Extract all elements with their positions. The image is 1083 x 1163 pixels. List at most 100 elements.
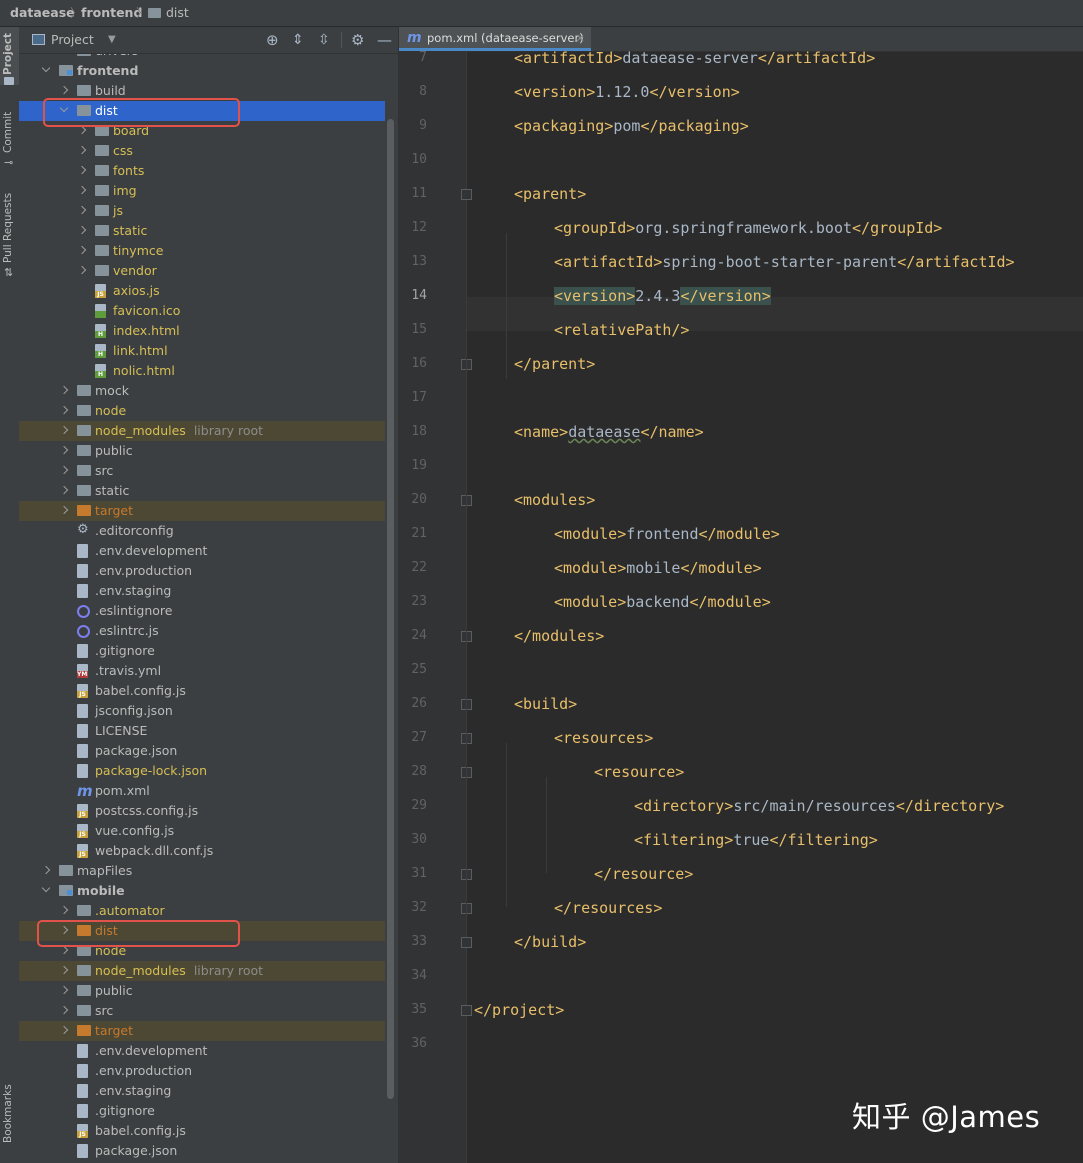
fold-marker-icon[interactable] <box>461 937 472 948</box>
chevron-right-icon[interactable] <box>59 445 69 455</box>
fold-marker-icon[interactable] <box>461 189 472 200</box>
tree-row[interactable]: JS babel.config.js <box>19 681 385 701</box>
chevron-down-icon[interactable] <box>41 883 51 893</box>
tree-row[interactable]: .automator <box>19 901 385 921</box>
expand-all-icon[interactable]: ⇕ <box>292 27 304 53</box>
tree-row[interactable]: jsconfig.json <box>19 701 385 721</box>
tree-row[interactable]: src <box>19 461 385 481</box>
tree-row[interactable]: .eslintignore <box>19 601 385 621</box>
tree-row[interactable]: css <box>19 141 385 161</box>
chevron-right-icon[interactable] <box>77 145 87 155</box>
tree-row[interactable]: mapFiles <box>19 861 385 881</box>
tree-row[interactable]: target <box>19 501 385 521</box>
chevron-right-icon[interactable] <box>59 425 69 435</box>
code-line: </modules> <box>514 626 604 646</box>
chevron-right-icon[interactable] <box>77 125 87 135</box>
chevron-right-icon[interactable] <box>59 1005 69 1015</box>
pull-requests-tool-label[interactable]: Pull Requests <box>2 193 14 263</box>
chevron-right-icon[interactable] <box>59 985 69 995</box>
tree-row[interactable]: YML .travis.yml <box>19 661 385 681</box>
bookmarks-tool-label[interactable]: Bookmarks <box>2 1084 14 1143</box>
tree-row[interactable]: .gitignore <box>19 1101 385 1121</box>
tree-row[interactable]: public <box>19 981 385 1001</box>
code-line: <artifactId>dataease-server</artifactId> <box>514 48 875 68</box>
chevron-right-icon[interactable] <box>77 245 87 255</box>
tree-row[interactable]: src <box>19 1001 385 1021</box>
chevron-right-icon[interactable] <box>77 225 87 235</box>
code-line: <resources> <box>554 728 653 748</box>
gear-icon[interactable]: ⚙ <box>351 27 364 53</box>
tree-row[interactable]: JS webpack.dll.conf.js <box>19 841 385 861</box>
tree-row[interactable]: js <box>19 201 385 221</box>
chevron-right-icon[interactable] <box>59 485 69 495</box>
chevron-down-icon[interactable] <box>41 63 51 73</box>
tree-row[interactable]: JS vue.config.js <box>19 821 385 841</box>
tree-row[interactable]: .env.staging <box>19 581 385 601</box>
tree-row[interactable]: target <box>19 1021 385 1041</box>
tree-row[interactable]: package-lock.json <box>19 761 385 781</box>
tree-row[interactable]: .env.development <box>19 541 385 561</box>
tree-row[interactable]: tinymce <box>19 241 385 261</box>
tree-row[interactable]: .eslintrc.js <box>19 621 385 641</box>
tree-row[interactable]: .env.development <box>19 1041 385 1061</box>
tree-row[interactable]: package.json <box>19 1141 385 1161</box>
tree-scrollbar[interactable] <box>387 119 394 1099</box>
tree-row[interactable]: static <box>19 481 385 501</box>
close-icon[interactable]: × <box>575 27 585 49</box>
tree-row[interactable]: JS babel.config.js <box>19 1121 385 1141</box>
tree-item-label: .env.development <box>95 1043 208 1058</box>
chevron-right-icon[interactable] <box>77 185 87 195</box>
tree-row[interactable]: JS postcss.config.js <box>19 801 385 821</box>
tree-row[interactable]: favicon.ico <box>19 301 385 321</box>
breadcrumb-item-project[interactable]: dataease <box>10 0 75 26</box>
tree-row[interactable]: JS axios.js <box>19 281 385 301</box>
tree-row[interactable]: m pom.xml <box>19 781 385 801</box>
locate-icon[interactable]: ⊕ <box>266 27 279 53</box>
breadcrumb-item-frontend[interactable]: frontend <box>81 0 142 26</box>
chevron-right-icon[interactable] <box>77 265 87 275</box>
tree-row[interactable]: node <box>19 401 385 421</box>
project-view-selector[interactable]: Project <box>51 27 94 53</box>
tree-row[interactable]: .gitignore <box>19 641 385 661</box>
tree-row[interactable]: ⚙ .editorconfig <box>19 521 385 541</box>
project-tree[interactable]: driversfrontendbuilddistboardcssfontsimg… <box>19 27 385 1163</box>
tree-row[interactable]: node_modules library root <box>19 961 385 981</box>
tree-row[interactable]: frontend <box>19 61 385 81</box>
collapse-all-icon[interactable]: ⇳ <box>318 27 330 53</box>
tree-row[interactable]: package.json <box>19 741 385 761</box>
tree-row[interactable]: .env.production <box>19 1061 385 1081</box>
tree-row[interactable]: node_modules library root <box>19 421 385 441</box>
commit-tool-label[interactable]: Commit <box>2 112 14 153</box>
chevron-right-icon[interactable] <box>41 865 51 875</box>
tree-item-label: src <box>95 463 114 478</box>
chevron-right-icon[interactable] <box>59 465 69 475</box>
tree-row[interactable]: vendor <box>19 261 385 281</box>
chevron-right-icon[interactable] <box>59 85 69 95</box>
chevron-right-icon[interactable] <box>77 165 87 175</box>
chevron-right-icon[interactable] <box>59 965 69 975</box>
fold-marker-icon[interactable] <box>461 1005 472 1016</box>
tree-row[interactable]: static <box>19 221 385 241</box>
hide-icon[interactable]: — <box>377 27 392 53</box>
chevron-right-icon[interactable] <box>59 905 69 915</box>
chevron-right-icon[interactable] <box>59 385 69 395</box>
breadcrumb-item-dist[interactable]: dist <box>166 0 189 26</box>
tree-row[interactable]: LICENSE <box>19 721 385 741</box>
chevron-right-icon[interactable] <box>59 505 69 515</box>
project-tool-label[interactable]: Project <box>2 33 14 75</box>
chevron-right-icon[interactable] <box>59 405 69 415</box>
tree-row[interactable]: mock <box>19 381 385 401</box>
tree-row[interactable]: .env.production <box>19 561 385 581</box>
tree-row[interactable]: img <box>19 181 385 201</box>
tree-row[interactable]: fonts <box>19 161 385 181</box>
tree-row[interactable]: .env.staging <box>19 1081 385 1101</box>
tree-row[interactable]: public <box>19 441 385 461</box>
chevron-right-icon[interactable] <box>77 205 87 215</box>
tree-row[interactable]: Hnolic.html <box>19 361 385 381</box>
chevron-right-icon[interactable] <box>59 945 69 955</box>
tree-row[interactable]: Hlink.html <box>19 341 385 361</box>
tree-row[interactable]: mobile <box>19 881 385 901</box>
chevron-down-icon[interactable]: ▼ <box>108 27 116 53</box>
chevron-right-icon[interactable] <box>59 1025 69 1035</box>
tree-row[interactable]: Hindex.html <box>19 321 385 341</box>
